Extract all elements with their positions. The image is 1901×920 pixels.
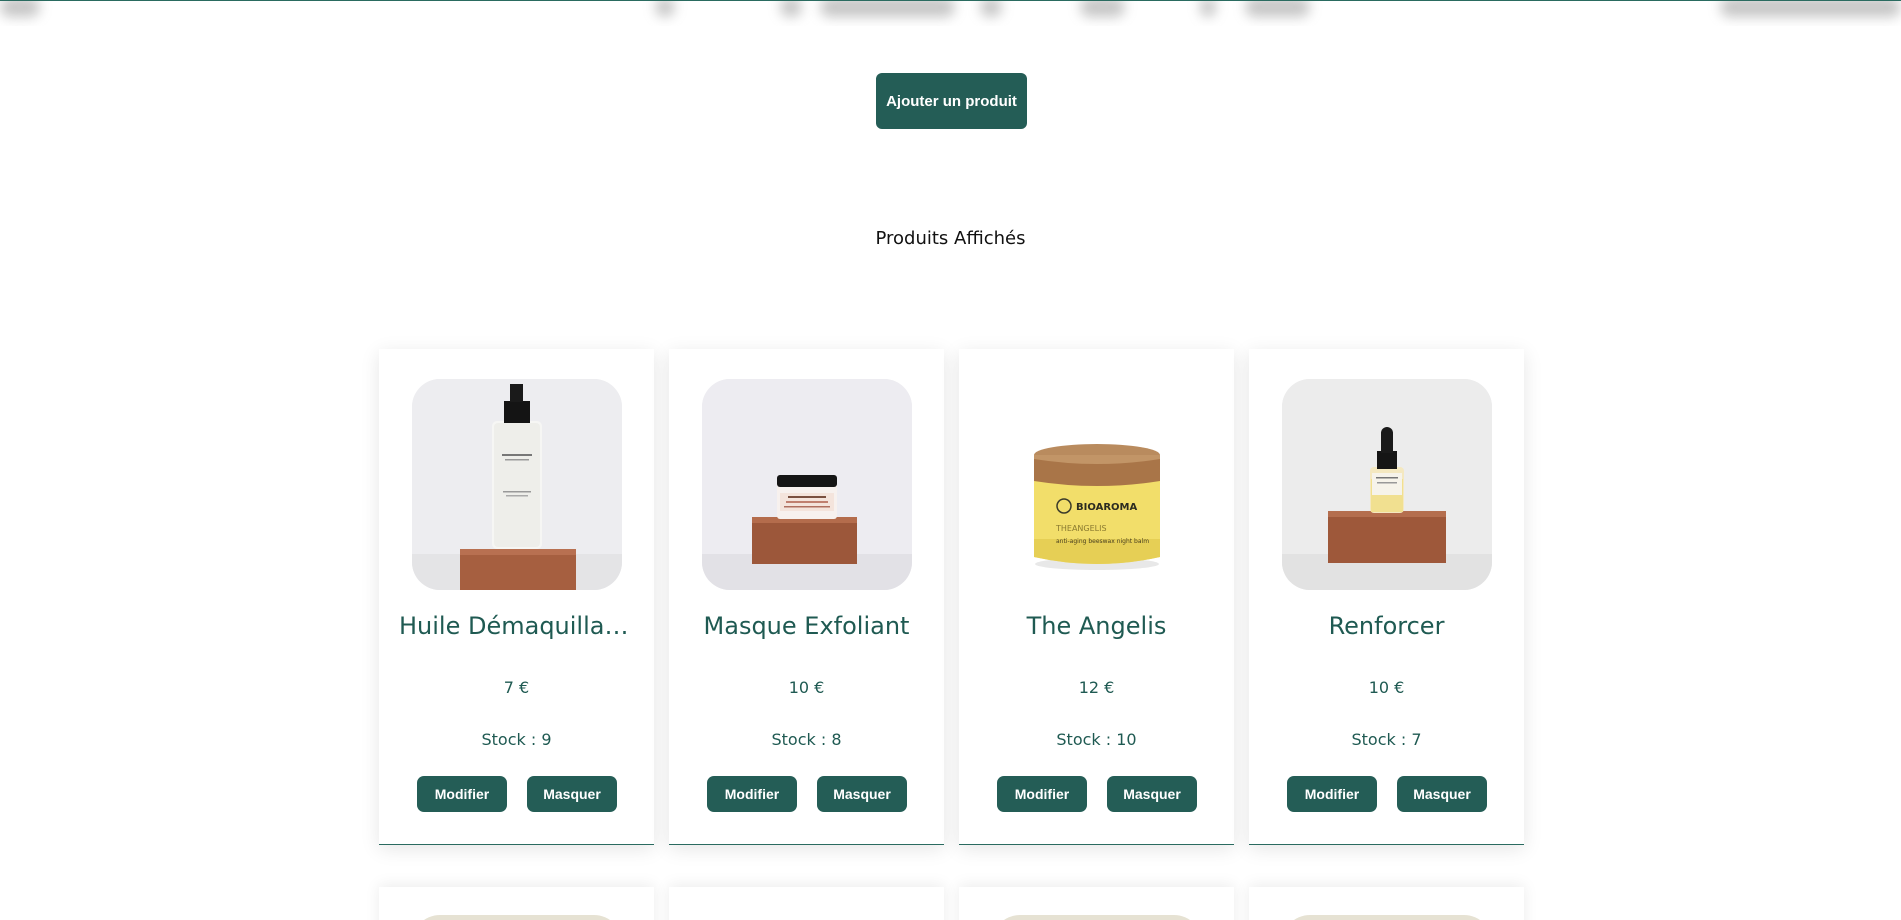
product-price: 10 € <box>1368 678 1405 697</box>
product-name: The Angelis <box>1026 612 1167 640</box>
product-card <box>669 887 944 920</box>
edit-button[interactable]: Modifier <box>997 776 1087 812</box>
product-grid-next-row <box>379 887 1524 920</box>
jar-brand-text: BIOAROMA <box>1076 502 1137 513</box>
blurred-shape <box>0 1 40 17</box>
product-image <box>412 915 622 920</box>
product-grid: Huile Démaquillante 7 € Stock : 9 Modifi… <box>379 349 1524 845</box>
product-card <box>379 887 654 920</box>
jar-product-text: THEANGELIS <box>1055 524 1107 533</box>
hide-button[interactable]: Masquer <box>817 776 907 812</box>
product-card <box>1249 887 1524 920</box>
section-title: Produits Affichés <box>875 228 1026 249</box>
blurred-shape <box>780 1 802 17</box>
oil-bottle-on-wood-image <box>412 379 622 590</box>
product-price: 10 € <box>788 678 825 697</box>
jar-subtitle-text: anti-aging beeswax night balm <box>1056 538 1149 545</box>
product-name: Masque Exfoliant <box>703 612 910 640</box>
edit-button[interactable]: Modifier <box>1287 776 1377 812</box>
product-stock: Stock : 8 <box>771 730 842 749</box>
product-stock: Stock : 9 <box>481 730 552 749</box>
blurred-shape <box>1200 1 1216 17</box>
product-stock: Stock : 10 <box>1056 730 1137 749</box>
product-name: Renforcer <box>1328 612 1445 640</box>
product-card: BIOAROMA THEANGELIS anti-aging beeswax n… <box>959 349 1234 845</box>
product-card: Renforcer 10 € Stock : 7 Modifier Masque… <box>1249 349 1524 845</box>
product-image <box>992 915 1202 920</box>
edit-button[interactable]: Modifier <box>707 776 797 812</box>
product-price: 7 € <box>503 678 530 697</box>
product-stock: Stock : 7 <box>1351 730 1422 749</box>
blurred-shape <box>1720 1 1901 17</box>
blurred-shape <box>655 1 675 17</box>
blurred-shape <box>1245 1 1310 17</box>
hide-button[interactable]: Masquer <box>527 776 617 812</box>
dropper-bottle-on-wood-image <box>1282 379 1492 590</box>
product-card: Huile Démaquillante 7 € Stock : 9 Modifi… <box>379 349 654 845</box>
bioaroma-balm-jar-image: BIOAROMA THEANGELIS anti-aging beeswax n… <box>992 379 1202 590</box>
blurred-shape <box>1080 1 1125 17</box>
blurred-shape <box>820 1 955 17</box>
product-image <box>1282 915 1492 920</box>
hide-button[interactable]: Masquer <box>1107 776 1197 812</box>
hide-button[interactable]: Masquer <box>1397 776 1487 812</box>
blurred-shape <box>980 1 1002 17</box>
blurred-header-strip <box>0 0 1901 26</box>
add-product-button[interactable]: Ajouter un produit <box>876 73 1027 129</box>
jar-on-wood-image <box>702 379 912 590</box>
edit-button[interactable]: Modifier <box>417 776 507 812</box>
product-card: Masque Exfoliant 10 € Stock : 8 Modifier… <box>669 349 944 845</box>
product-card <box>959 887 1234 920</box>
product-name: Huile Démaquillante <box>399 612 634 640</box>
product-price: 12 € <box>1078 678 1115 697</box>
